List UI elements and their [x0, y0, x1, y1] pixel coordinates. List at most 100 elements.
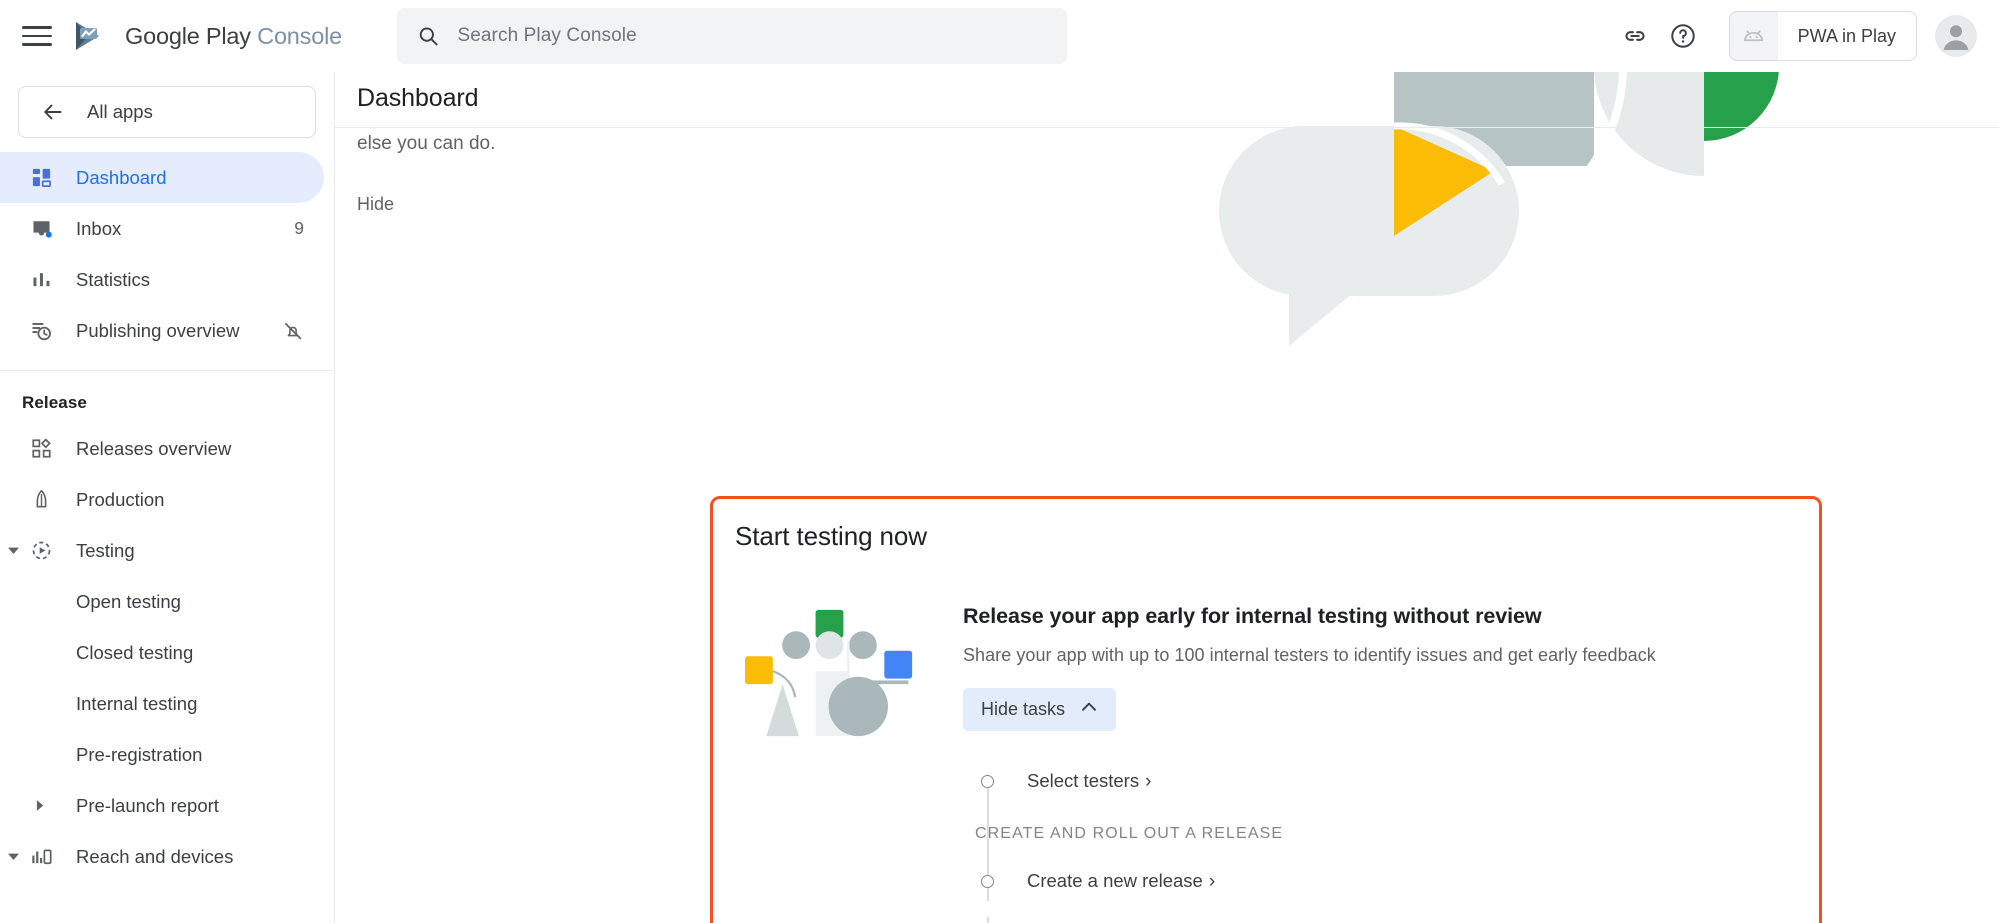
all-apps-button[interactable]: All apps — [18, 86, 316, 138]
app-chip-icon-box — [1730, 12, 1778, 60]
sidebar-item-label: Closed testing — [76, 642, 193, 664]
hero-decorative-illustration — [1219, 72, 1919, 366]
card-body: Release your app early for internal test… — [713, 552, 1819, 923]
help-button[interactable] — [1659, 12, 1707, 60]
sidebar-item-label: Production — [76, 489, 164, 511]
sidebar-item-label: Internal testing — [76, 693, 197, 715]
card-subheading: Share your app with up to 100 internal t… — [963, 645, 1819, 666]
chevron-right-icon: › — [1145, 772, 1151, 791]
inbox-icon — [28, 217, 54, 240]
top-app-bar: Google Play Console — [0, 0, 1999, 72]
brand-logo-group[interactable]: Google Play Console — [72, 19, 342, 53]
hide-tasks-label: Hide tasks — [981, 699, 1065, 720]
releases-overview-icon — [28, 437, 54, 460]
brand-title: Google Play Console — [125, 23, 342, 50]
app-selector-chip[interactable]: PWA in Play — [1729, 11, 1917, 61]
sidebar-item-label: Pre-launch report — [76, 795, 219, 817]
help-circle-icon — [1669, 22, 1697, 50]
testing-play-icon — [28, 539, 54, 562]
search-icon — [417, 24, 439, 48]
sidebar-section-release-title: Release — [0, 371, 334, 423]
sidebar-item-inbox[interactable]: Inbox 9 — [0, 203, 324, 254]
chevron-down-icon[interactable] — [2, 846, 24, 868]
search-container — [397, 8, 1067, 64]
account-avatar-icon — [1935, 15, 1977, 57]
reach-devices-icon — [28, 845, 54, 868]
card-content: Release your app early for internal test… — [931, 604, 1819, 923]
sidebar-item-label: Pre-registration — [76, 744, 202, 766]
search-input[interactable] — [457, 25, 1047, 47]
sidebar-item-releases-overview[interactable]: Releases overview — [0, 423, 324, 474]
sidebar-item-production[interactable]: Production — [0, 474, 324, 525]
task-connector-line — [987, 917, 989, 923]
sidebar-item-label: Publishing overview — [76, 320, 240, 342]
sidebar-item-testing[interactable]: Testing — [0, 525, 324, 576]
circle-outline-icon — [975, 875, 999, 888]
google-play-console-logo-icon — [72, 19, 112, 53]
task-group-label: CREATE AND ROLL OUT A RELEASE — [963, 809, 1819, 853]
all-apps-label: All apps — [87, 101, 153, 123]
arrow-left-icon — [41, 100, 65, 124]
release-nav-group: Releases overview Production — [0, 423, 334, 882]
left-sidebar: All apps Dashboard — [0, 72, 335, 923]
publishing-clock-icon — [28, 319, 54, 342]
app-chip-label: PWA in Play — [1798, 26, 1896, 47]
dashboard-grid-icon — [28, 166, 54, 189]
sidebar-item-closed-testing[interactable]: Closed testing — [0, 627, 324, 678]
sidebar-item-publishing-overview[interactable]: Publishing overview — [0, 305, 324, 356]
hero-hide-link[interactable]: Hide — [357, 194, 394, 215]
link-icon-button[interactable] — [1611, 12, 1659, 60]
brand-secondary-text: Console — [257, 23, 342, 49]
main-scroll-area: else you can do. Hide Start testing now — [335, 72, 1999, 923]
sidebar-item-pre-launch-report[interactable]: Pre-launch report — [0, 780, 324, 831]
android-icon — [1740, 23, 1767, 50]
account-avatar[interactable] — [1935, 15, 1977, 57]
bar-chart-icon — [28, 268, 54, 291]
sidebar-item-pre-registration[interactable]: Pre-registration — [0, 729, 324, 780]
hero-truncated-text: else you can do. — [357, 130, 1977, 158]
internal-testing-illustration — [741, 608, 931, 738]
chevron-right-icon: › — [1209, 872, 1215, 891]
start-testing-now-card: Start testing now — [710, 496, 1822, 923]
task-label-text: Create a new release — [1027, 870, 1203, 892]
sidebar-item-open-testing[interactable]: Open testing — [0, 576, 324, 627]
app-body: All apps Dashboard — [0, 72, 1999, 923]
card-heading: Release your app early for internal test… — [963, 604, 1819, 629]
sidebar-item-statistics[interactable]: Statistics — [0, 254, 324, 305]
sidebar-item-label: Releases overview — [76, 438, 231, 460]
task-review-and-roll-out: Review and roll out the release — [963, 909, 1819, 923]
notifications-off-icon[interactable] — [282, 320, 304, 342]
main-content: Dashboard — [335, 72, 1999, 923]
inbox-count-badge: 9 — [294, 218, 304, 239]
task-label-text: Select testers — [1027, 770, 1139, 792]
brand-primary-text: Google Play — [125, 23, 251, 49]
hamburger-menu-icon[interactable] — [22, 21, 52, 51]
sidebar-item-label: Reach and devices — [76, 846, 233, 868]
title-divider — [335, 127, 1999, 128]
task-label: Select testers › — [1027, 770, 1151, 792]
chevron-down-icon[interactable] — [2, 540, 24, 562]
sidebar-item-label: Inbox — [76, 218, 121, 240]
search-bar[interactable] — [397, 8, 1067, 64]
sidebar-item-internal-testing[interactable]: Internal testing — [0, 678, 324, 729]
task-list: Select testers › CREATE AND ROLL OUT A R… — [963, 753, 1819, 923]
primary-nav-group: Dashboard Inbox 9 — [0, 138, 334, 356]
page-title: Dashboard — [357, 84, 478, 113]
link-icon — [1622, 23, 1648, 49]
sidebar-item-dashboard[interactable]: Dashboard — [0, 152, 324, 203]
rocket-icon — [28, 488, 54, 511]
task-label: Create a new release › — [1027, 870, 1215, 892]
sidebar-item-label: Testing — [76, 540, 135, 562]
sidebar-item-label: Dashboard — [76, 167, 167, 189]
task-select-testers[interactable]: Select testers › — [963, 753, 1819, 809]
sidebar-item-label: Statistics — [76, 269, 150, 291]
chevron-right-icon[interactable] — [28, 795, 50, 817]
play-console-window: Google Play Console — [0, 0, 1999, 923]
hero-banner: else you can do. Hide — [335, 72, 1999, 357]
chevron-up-icon — [1080, 698, 1098, 721]
topbar-actions: PWA in Play — [1611, 11, 1999, 61]
sidebar-item-reach-and-devices[interactable]: Reach and devices — [0, 831, 324, 882]
card-title: Start testing now — [713, 499, 1819, 552]
task-create-new-release[interactable]: Create a new release › — [963, 853, 1819, 909]
hide-tasks-button[interactable]: Hide tasks — [963, 688, 1116, 731]
